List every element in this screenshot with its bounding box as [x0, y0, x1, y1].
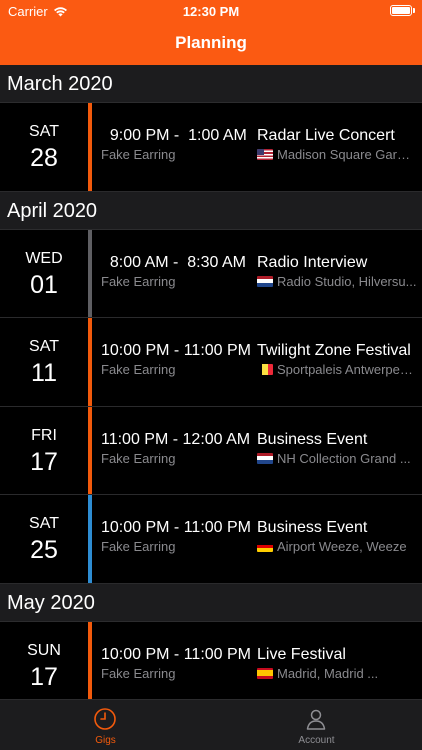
gig-row[interactable]: SUN 17 10:00 PM - 11:00 PM Fake Earring Live… — [0, 621, 422, 700]
gig-time: 10:00 PM - 11:00 PM — [101, 342, 251, 359]
gig-status-bar — [88, 318, 92, 406]
clock-icon — [93, 707, 117, 731]
gig-status-bar — [88, 103, 92, 191]
gig-row[interactable]: WED 01 8:00 AM - 8:30 AM Fake Earring Radio… — [0, 229, 422, 318]
gig-artist: Fake Earring — [101, 450, 176, 466]
tab-gigs[interactable]: Gigs — [0, 700, 211, 750]
gig-date: SUN 17 — [0, 622, 88, 700]
be-flag-icon — [257, 364, 273, 375]
tab-label: Gigs — [95, 735, 116, 746]
es-flag-icon — [257, 667, 273, 679]
gig-location: Madison Square Garde... — [257, 147, 417, 162]
section-header: May 2020 — [0, 583, 422, 622]
gig-status-bar — [88, 495, 92, 583]
gig-time: 11:00 PM - 12:00 AM — [101, 430, 251, 448]
gig-list[interactable]: March 2020 SAT 28 9:00 PM - 1:00 AM Fake Ea… — [0, 65, 422, 699]
gig-weekday: SAT — [29, 515, 59, 532]
gig-weekday: WED — [25, 249, 63, 267]
gig-row[interactable]: SAT 25 10:00 PM - 11:00 PM Fake Earring Busi… — [0, 495, 422, 584]
gig-weekday: FRI — [31, 426, 57, 444]
gig-weekday: SUN — [27, 641, 61, 659]
gig-date: FRI 17 — [0, 407, 88, 495]
tab-account[interactable]: Account — [211, 700, 422, 750]
gig-location-text: Radio Studio, Hilversu... — [277, 273, 417, 289]
gig-location-text: Madrid, Madrid ... — [277, 665, 379, 681]
person-icon — [304, 707, 328, 731]
gig-date: SAT 28 — [0, 103, 88, 191]
de-flag-icon — [257, 541, 273, 552]
status-bar: Carrier 12:30 PM — [0, 0, 422, 22]
gig-day: 28 — [30, 144, 58, 172]
gig-date: SAT 11 — [0, 318, 88, 406]
gig-time: 10:00 PM - 11:00 PM — [101, 645, 251, 663]
gig-day: 11 — [31, 359, 57, 387]
gig-weekday: SAT — [29, 338, 59, 355]
gig-event: Radio Interview — [257, 253, 368, 271]
gig-event: Twilight Zone Festival — [257, 342, 411, 359]
nl-flag-icon — [257, 452, 273, 464]
gig-date: WED 01 — [0, 230, 88, 318]
gig-artist: Fake Earring — [101, 539, 176, 554]
page-title: Planning — [175, 33, 247, 52]
gig-location: NH Collection Grand ... — [257, 451, 417, 466]
gig-time: 10:00 PM - 11:00 PM — [101, 519, 251, 536]
tab-bar: Gigs Account — [0, 699, 422, 750]
section-header: March 2020 — [0, 65, 422, 103]
gig-artist: Fake Earring — [101, 362, 176, 377]
gig-time: 9:00 PM - 1:00 AM — [101, 127, 247, 144]
battery-tip — [413, 8, 415, 13]
gig-weekday: SAT — [29, 123, 59, 140]
battery-icon — [390, 5, 412, 16]
gig-event: Radar Live Concert — [257, 127, 395, 144]
gig-event: Live Festival — [257, 645, 346, 663]
header: Carrier 12:30 PM Planning — [0, 0, 422, 65]
gig-location: Madrid, Madrid ... — [257, 666, 417, 681]
us-flag-icon — [257, 149, 273, 160]
gig-row[interactable]: SAT 11 10:00 PM - 11:00 PM Fake Earring Twil… — [0, 318, 422, 407]
tab-label: Account — [298, 735, 335, 746]
gig-status-bar — [88, 406, 92, 494]
gig-location-text: Airport Weeze, Weeze — [277, 539, 407, 554]
gig-day: 01 — [30, 270, 58, 299]
gig-day: 25 — [30, 536, 58, 564]
gig-date: SAT 25 — [0, 495, 88, 583]
battery-fill — [392, 7, 410, 14]
gig-location-text: Madison Square Garde... — [277, 147, 417, 162]
gig-day: 17 — [30, 447, 58, 476]
status-time: 12:30 PM — [182, 4, 240, 19]
gig-row[interactable]: SAT 28 9:00 PM - 1:00 AM Fake Earring Radar… — [0, 103, 422, 192]
section-header: April 2020 — [0, 191, 422, 230]
gig-location-text: Sportpaleis Antwerpen... — [277, 362, 417, 377]
gig-status-bar — [88, 621, 92, 699]
gig-event: Business Event — [257, 430, 368, 448]
gig-location: Airport Weeze, Weeze — [257, 539, 417, 554]
nl-flag-icon — [257, 275, 273, 287]
gig-time: 8:00 AM - 8:30 AM — [101, 253, 246, 271]
gig-row[interactable]: FRI 17 11:00 PM - 12:00 AM Fake Earring Busi… — [0, 406, 422, 495]
gig-day: 17 — [30, 662, 58, 691]
gig-location: Radio Studio, Hilversu... — [257, 274, 417, 289]
gig-event: Business Event — [257, 519, 368, 536]
gig-location: Sportpaleis Antwerpen... — [257, 362, 417, 377]
gig-artist: Fake Earring — [101, 147, 176, 162]
gig-status-bar — [88, 229, 92, 317]
gig-location-text: NH Collection Grand ... — [277, 450, 411, 466]
gig-artist: Fake Earring — [101, 665, 176, 681]
gig-artist: Fake Earring — [101, 273, 176, 289]
